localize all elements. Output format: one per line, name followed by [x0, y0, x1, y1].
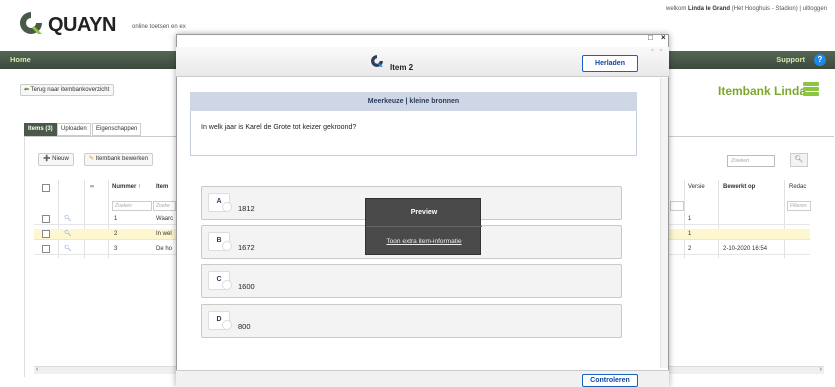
cell-item: In wel — [156, 231, 172, 237]
back-to-overview-button[interactable]: ⬅ Terug naar itembankoverzicht — [20, 84, 115, 96]
logout-link[interactable]: uitloggen — [803, 6, 827, 12]
edit-label: Itembank bewerken — [95, 156, 149, 162]
modal-vertical-scrollbar[interactable] — [660, 78, 668, 368]
redac-filter-input[interactable]: Filteren — [787, 201, 811, 211]
scroll-up-icon[interactable]: ^ ^ — [651, 49, 664, 55]
option-value: 1812 — [238, 204, 255, 213]
preview-icon[interactable]: 🔍︎ — [64, 229, 72, 240]
versie-filter-input[interactable] — [670, 201, 684, 211]
column-header-item[interactable]: Item — [156, 184, 168, 190]
column-header-redac[interactable]: Redac — [789, 184, 806, 190]
tab-uploaden[interactable]: Uploaden — [57, 123, 91, 136]
radio-icon — [222, 202, 232, 212]
tab-eigenschappen[interactable]: Eigenschappen — [92, 123, 142, 136]
cell-versie: 2 — [688, 246, 692, 252]
scroll-right-icon[interactable]: › — [820, 366, 822, 373]
row-checkbox[interactable] — [42, 215, 50, 223]
modal-title: Item 2 — [390, 63, 414, 72]
option-value: 1672 — [238, 243, 255, 252]
user-name: Linda le Grand — [688, 6, 731, 12]
tab-items[interactable]: Items (3) — [24, 123, 57, 136]
show-extra-info-link[interactable]: Toon extra item-informatie — [366, 238, 482, 245]
row-checkbox[interactable] — [42, 245, 50, 253]
quayn-logo-icon — [20, 12, 42, 34]
question-type-banner: Meerkeuze | kleine bronnen — [190, 92, 637, 111]
answer-option-d[interactable]: D 800 — [201, 304, 622, 338]
welcome-prefix: welkom — [666, 6, 689, 12]
scroll-left-icon[interactable]: ‹ — [36, 366, 38, 373]
nav-support-link[interactable]: Support — [776, 55, 805, 64]
preview-icon[interactable]: 🔍︎ — [64, 244, 72, 255]
help-icon[interactable]: ? — [814, 54, 826, 66]
arrow-left-icon: ⬅ — [24, 87, 30, 93]
link-icon: ∞ — [90, 184, 95, 190]
check-button[interactable]: Controleren — [582, 374, 638, 387]
user-org: (Het Hooghuis - Stadion) — [730, 6, 798, 12]
column-header-nummer[interactable]: Nummer ↑ — [112, 184, 141, 190]
answer-option-c[interactable]: C 1600 — [201, 264, 622, 298]
question-text: In welk jaar is Karel de Grote tot keize… — [201, 124, 357, 131]
pencil-icon: ✎ — [89, 156, 95, 162]
cell-versie: 1 — [688, 231, 692, 237]
edit-itembank-button[interactable]: ✎ Itembank bewerken — [84, 153, 154, 166]
back-label: Terug naar itembankoverzicht — [30, 87, 110, 93]
logo-text: QUAYN — [48, 14, 116, 36]
cell-bewerkt: 2-10-2020 16:54 — [723, 246, 768, 252]
preview-divider — [366, 226, 482, 227]
cell-nummer: 2 — [114, 231, 118, 237]
radio-icon — [222, 320, 232, 330]
nummer-filter-input[interactable]: Zoeken — [112, 201, 152, 211]
option-value: 800 — [238, 322, 251, 331]
preview-title: Preview — [410, 209, 438, 216]
search-icon[interactable]: 🔍︎ — [790, 153, 808, 167]
item-filter-input[interactable]: Zoeke — [153, 201, 176, 211]
new-label: Nieuw — [52, 156, 69, 162]
new-item-button[interactable]: ➕ Nieuw — [38, 153, 74, 166]
radio-icon — [222, 280, 232, 290]
row-checkbox[interactable] — [42, 230, 50, 238]
cell-item: De ho — [156, 246, 173, 252]
column-header-versie[interactable]: Versie — [688, 184, 705, 190]
column-header-bewerkt-op[interactable]: Bewerkt op — [723, 184, 755, 190]
option-value: 1600 — [238, 282, 255, 291]
search-input[interactable]: Zoeken — [727, 155, 775, 167]
select-all-checkbox[interactable] — [42, 184, 50, 192]
modal-window-controls[interactable]: □ × — [648, 33, 669, 42]
cell-versie: 1 — [688, 216, 692, 222]
database-icon — [803, 82, 819, 96]
radio-icon — [222, 241, 232, 251]
preview-icon[interactable]: 🔍︎ — [64, 214, 72, 225]
reload-button[interactable]: Herladen — [582, 55, 638, 72]
cell-nummer: 1 — [114, 216, 118, 222]
plus-circle-icon: ➕ — [43, 156, 51, 162]
cell-item: Waarc — [156, 216, 174, 222]
nav-home-link[interactable]: Home — [10, 55, 31, 64]
cell-nummer: 3 — [114, 246, 118, 252]
page-title: Itembank Linda — [718, 84, 807, 98]
logo-subtitle: online toetsen en ex — [132, 24, 186, 30]
preview-tooltip: Preview Toon extra item-informatie — [365, 198, 482, 255]
welcome-text: welkom Linda le Grand (Het Hooghuis - St… — [666, 6, 827, 12]
quayn-logo-icon — [371, 55, 383, 67]
